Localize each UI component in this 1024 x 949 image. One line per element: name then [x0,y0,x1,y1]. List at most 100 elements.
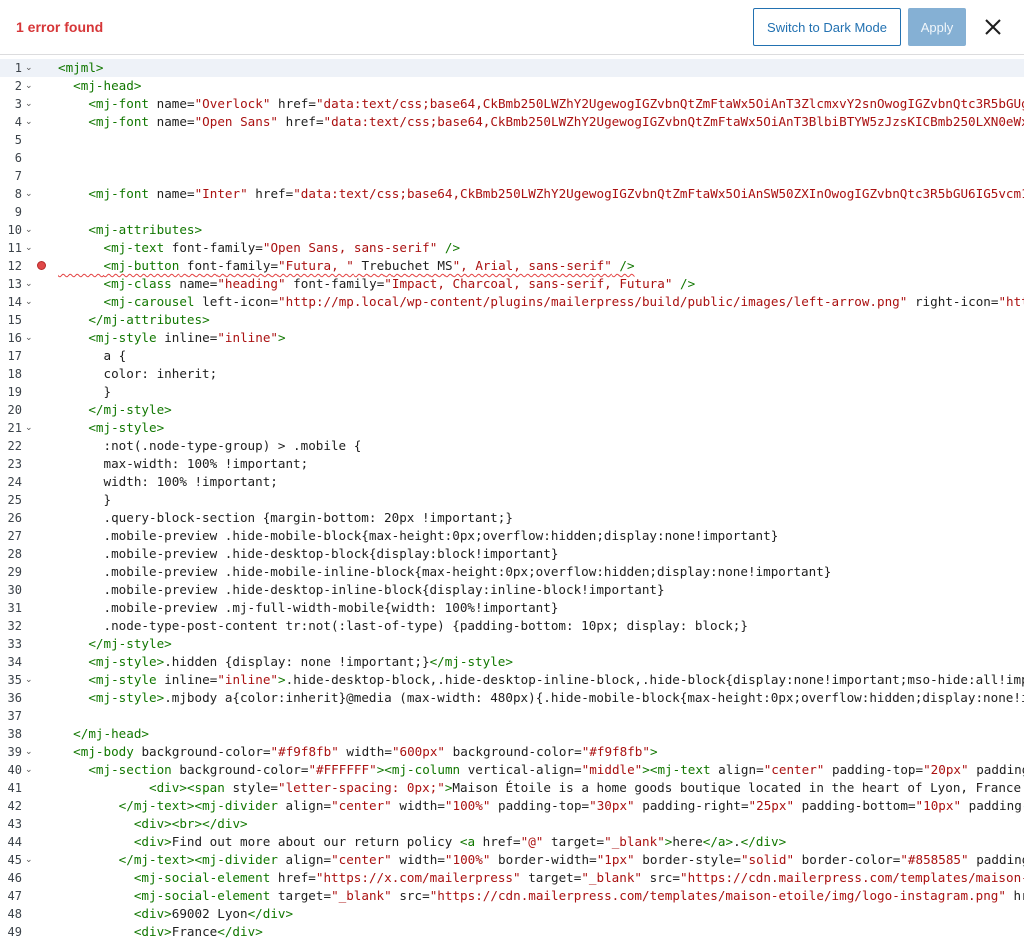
code-line[interactable]: 34 <mj-style>.hidden {display: none !imp… [0,653,1024,671]
code-line[interactable]: 21 ⌄ <mj-style> [0,419,1024,437]
code-line[interactable]: 3 ⌄ <mj-font name="Overlock" href="data:t… [0,95,1024,113]
code-line[interactable]: 45 ⌄ </mj-text><mj-divider align="center"… [0,851,1024,869]
line-number: 9 [14,205,22,219]
fold-chevron-icon[interactable]: ⌄ [25,96,33,112]
code-line[interactable]: 14 ⌄ <mj-carousel left-icon="http://mp.lo… [0,293,1024,311]
code-line[interactable]: 7 [0,167,1024,185]
code-line[interactable]: 18 color: inherit; [0,365,1024,383]
code-line[interactable]: 49 <div>France</div> [0,923,1024,941]
code-line[interactable]: 5 [0,131,1024,149]
code-line[interactable]: 40 ⌄ <mj-section background-color="#FFFFF… [0,761,1024,779]
apply-button[interactable]: Apply [908,8,966,46]
fold-chevron-icon[interactable]: ⌄ [25,114,33,130]
code-line[interactable]: 27 .mobile-preview .hide-mobile-block{ma… [0,527,1024,545]
code-line[interactable]: 39 ⌄ <mj-body background-color="#f9f8fb" … [0,743,1024,761]
code-line[interactable]: 23 max-width: 100% !important; [0,455,1024,473]
code-line[interactable]: 22 :not(.node-type-group) > .mobile { [0,437,1024,455]
code-text: <div>Find out more about our return poli… [133,834,787,849]
close-button[interactable] [978,12,1008,42]
line-number: 48 [7,907,22,921]
code-line[interactable]: 20 </mj-style> [0,401,1024,419]
code-line[interactable]: 36 <mj-style>.mjbody a{color:inherit}@me… [0,689,1024,707]
code-text: width: 100% !important; [58,474,278,489]
code-text: </mj-style> [88,636,172,651]
code-line[interactable]: 9 [0,203,1024,221]
code-text: </mj-head> [73,726,150,741]
code-line[interactable]: 47 <mj-social-element target="_blank" sr… [0,887,1024,905]
line-number: 4 [14,115,22,129]
code-text: .query-block-section {margin-bottom: 20p… [58,510,513,525]
fold-chevron-icon[interactable]: ⌄ [25,762,33,778]
line-number: 43 [7,817,22,831]
code-line[interactable]: 31 .mobile-preview .mj-full-width-mobile… [0,599,1024,617]
fold-chevron-icon[interactable]: ⌄ [25,60,33,76]
code-editor[interactable]: 1 ⌄ <mjml> 2 ⌄ <mj-head> 3 ⌄ <mj-font name="Ov… [0,59,1024,949]
code-line[interactable]: 30 .mobile-preview .hide-desktop-inline-… [0,581,1024,599]
fold-chevron-icon[interactable]: ⌄ [25,744,33,760]
code-line[interactable]: 15 </mj-attributes> [0,311,1024,329]
line-number: 1 [14,61,22,75]
line-number: 25 [7,493,22,507]
fold-chevron-icon[interactable]: ⌄ [25,672,33,688]
code-line[interactable]: 29 .mobile-preview .hide-mobile-inline-b… [0,563,1024,581]
code-text: <mj-style inline="inline">.hide-desktop-… [88,672,1024,687]
code-line[interactable]: 1 ⌄ <mjml> [0,59,1024,77]
fold-chevron-icon[interactable]: ⌄ [25,222,33,238]
code-line[interactable]: 2 ⌄ <mj-head> [0,77,1024,95]
fold-chevron-icon[interactable]: ⌄ [25,852,33,868]
code-line[interactable]: 4 ⌄ <mj-font name="Open Sans" href="data:… [0,113,1024,131]
code-line[interactable]: 12 <mj-button font-family="Futura, " Tre… [0,257,1024,275]
code-line[interactable]: 17 a { [0,347,1024,365]
code-text: a { [58,348,127,363]
code-text: </mj-style> [88,402,172,417]
code-line[interactable]: 41 <div><span style="letter-spacing: 0px… [0,779,1024,797]
code-line[interactable]: 33 </mj-style> [0,635,1024,653]
line-number: 2 [14,79,22,93]
error-marker-icon[interactable] [37,261,46,270]
code-line[interactable]: 35 ⌄ <mj-style inline="inline">.hide-desk… [0,671,1024,689]
error-count-text: 1 error found [16,19,104,35]
code-text: <mj-font name="Overlock" href="data:text… [88,96,1024,111]
switch-dark-mode-button[interactable]: Switch to Dark Mode [753,8,901,46]
code-line[interactable]: 44 <div>Find out more about our return p… [0,833,1024,851]
code-line[interactable]: 25 } [0,491,1024,509]
code-line[interactable]: 32 .node-type-post-content tr:not(:last-… [0,617,1024,635]
code-text: max-width: 100% !important; [58,456,309,471]
fold-chevron-icon[interactable]: ⌄ [25,276,33,292]
line-number: 27 [7,529,22,543]
fold-chevron-icon[interactable]: ⌄ [25,186,33,202]
line-number: 38 [7,727,22,741]
code-line[interactable]: 24 width: 100% !important; [0,473,1024,491]
line-number: 19 [7,385,22,399]
fold-chevron-icon[interactable]: ⌄ [25,240,33,256]
fold-chevron-icon[interactable]: ⌄ [25,330,33,346]
code-line[interactable]: 6 [0,149,1024,167]
code-text: <mj-style>.hidden {display: none !import… [88,654,513,669]
code-line[interactable]: 16 ⌄ <mj-style inline="inline"> [0,329,1024,347]
fold-chevron-icon[interactable]: ⌄ [25,78,33,94]
fold-chevron-icon[interactable]: ⌄ [25,294,33,310]
code-line[interactable]: 37 [0,707,1024,725]
code-line[interactable]: 8 ⌄ <mj-font name="Inter" href="data:text… [0,185,1024,203]
code-text: .mobile-preview .hide-mobile-block{max-h… [58,528,779,543]
code-text: } [58,384,112,399]
code-text: </mj-attributes> [88,312,210,327]
code-line[interactable]: 19 } [0,383,1024,401]
code-line[interactable]: 48 <div>69002 Lyon</div> [0,905,1024,923]
code-line[interactable]: 26 .query-block-section {margin-bottom: … [0,509,1024,527]
code-text: color: inherit; [58,366,218,381]
code-line[interactable]: 28 .mobile-preview .hide-desktop-block{d… [0,545,1024,563]
line-number: 17 [7,349,22,363]
code-line[interactable]: 42 </mj-text><mj-divider align="center" … [0,797,1024,815]
line-number: 47 [7,889,22,903]
fold-chevron-icon[interactable]: ⌄ [25,420,33,436]
code-line[interactable]: 10 ⌄ <mj-attributes> [0,221,1024,239]
code-line[interactable]: 13 ⌄ <mj-class name="heading" font-family… [0,275,1024,293]
code-text: <mj-style>.mjbody a{color:inherit}@media… [88,690,1024,705]
code-line[interactable]: 43 <div><br></div> [0,815,1024,833]
code-line[interactable]: 38 </mj-head> [0,725,1024,743]
code-line[interactable]: 11 ⌄ <mj-text font-family="Open Sans, san… [0,239,1024,257]
code-line[interactable]: 46 <mj-social-element href="https://x.co… [0,869,1024,887]
line-number: 31 [7,601,22,615]
line-number: 12 [7,259,22,273]
